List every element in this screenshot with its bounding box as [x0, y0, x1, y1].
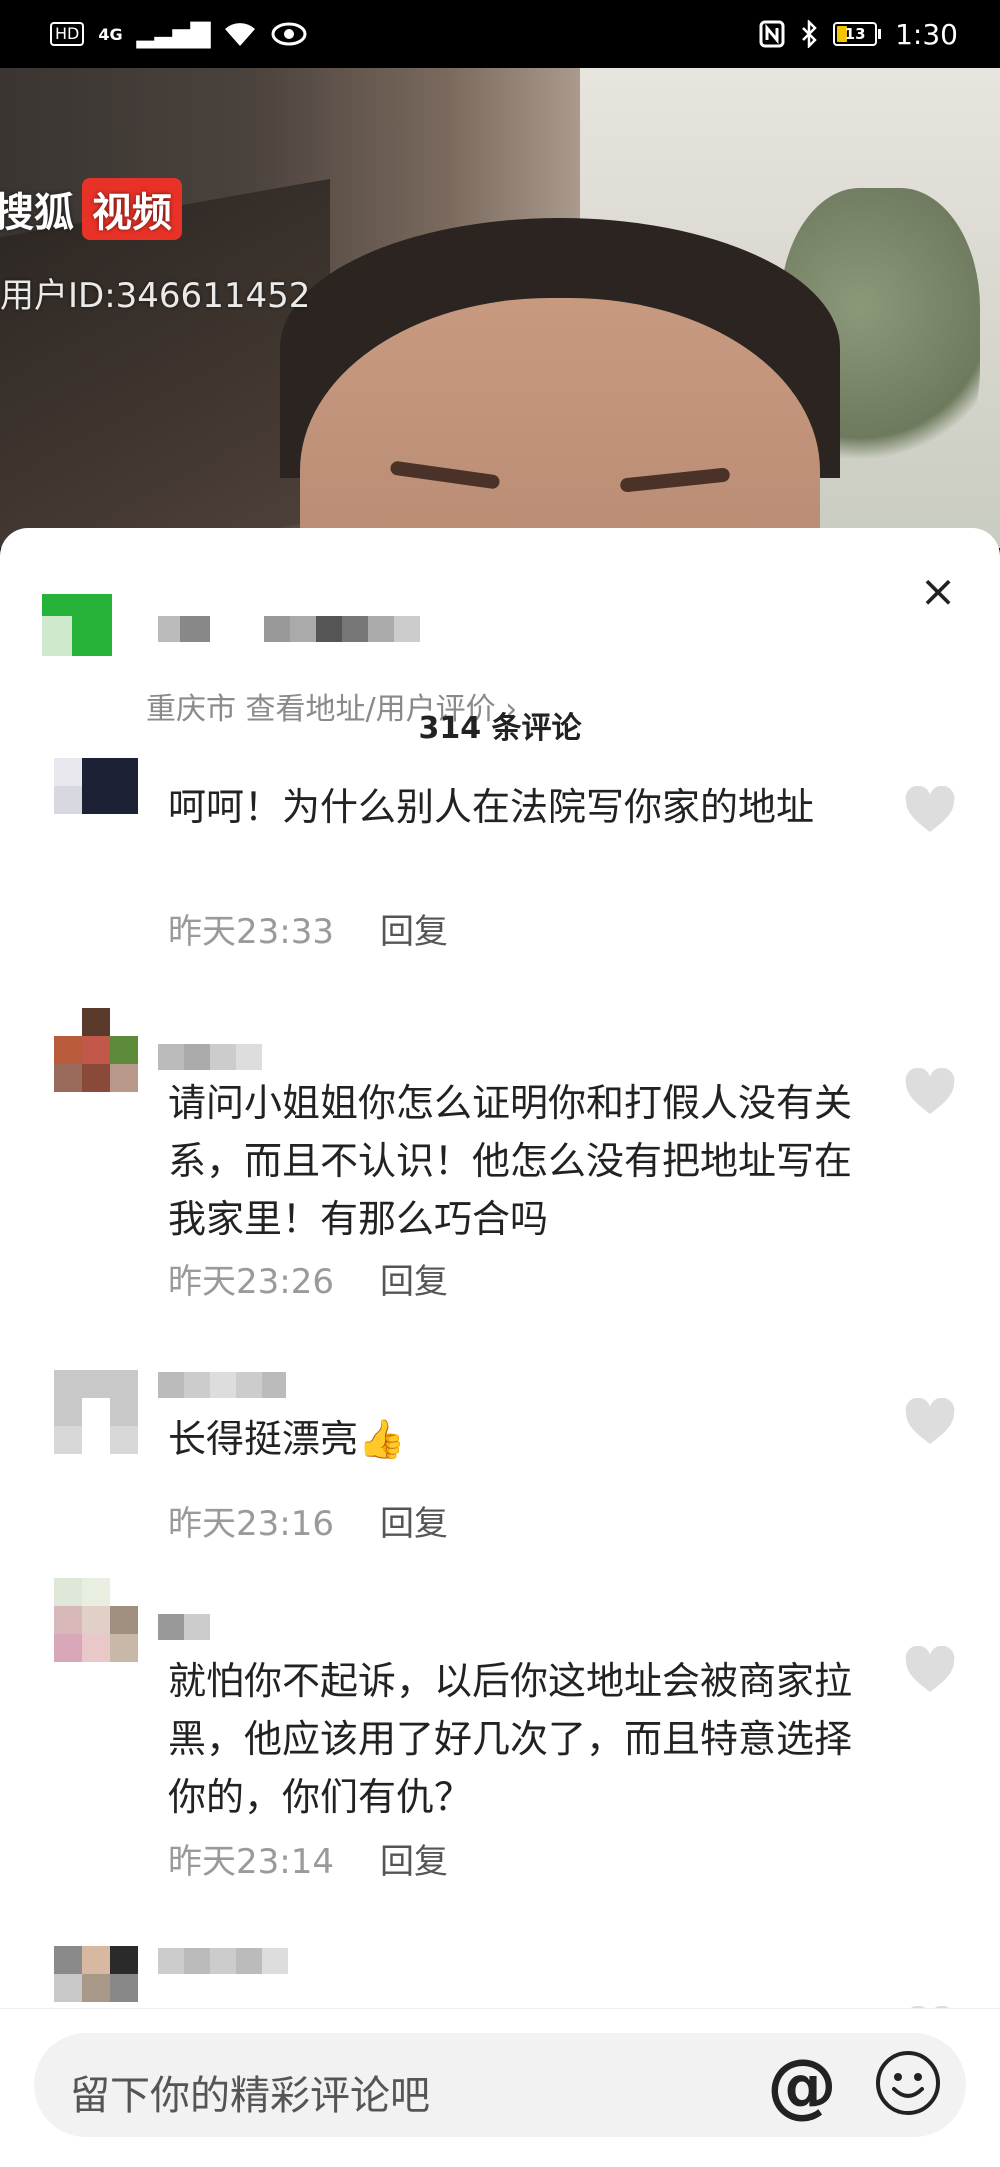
watermark-brand: 搜狐: [0, 190, 74, 236]
avatar[interactable]: [54, 1370, 138, 1454]
shop-logo: [42, 594, 112, 656]
wifi-icon: [224, 23, 255, 46]
comment-input-bar: 留下你的精彩评论吧 @: [0, 2008, 1000, 2167]
thumbs-up-emoji: 👍: [358, 1417, 406, 1461]
hd-indicator: HD: [50, 22, 85, 46]
commenter-name-blurred: [158, 1614, 210, 1640]
reply-button[interactable]: 回复: [380, 1254, 448, 1303]
like-heart-icon[interactable]: [904, 1398, 956, 1446]
comment-meta: 昨天23:26 回复: [168, 1254, 448, 1303]
comment-input-placeholder: 留下你的精彩评论吧: [70, 2073, 430, 2119]
eye-icon: [271, 22, 307, 46]
reply-button[interactable]: 回复: [380, 904, 448, 953]
comment-text: 请问小姐姐你怎么证明你和打假人没有关系，而且不认识！他怎么没有把地址写在我家里！…: [168, 1081, 853, 1241]
commenter-name-blurred: [158, 1372, 286, 1398]
comment-text: 就怕你不起诉，以后你这地址会被商家拉黑，他应该用了好几次了，而且特意选择你的，你…: [168, 1659, 853, 1819]
like-heart-icon[interactable]: [904, 1068, 956, 1116]
avatar[interactable]: [54, 1578, 138, 1662]
battery-level: 13: [844, 25, 866, 43]
clock: 1:30: [895, 17, 958, 51]
comment-count: 314 条评论: [418, 711, 582, 746]
network-indicator: 4G: [98, 24, 123, 44]
reply-button[interactable]: 回复: [380, 1496, 448, 1545]
avatar[interactable]: [54, 1008, 138, 1092]
emoji-icon[interactable]: [874, 2049, 942, 2117]
comment-time: 昨天23:16: [168, 1504, 334, 1544]
shop-header[interactable]: 重庆市 查看地址/用户评价 ›: [30, 584, 930, 727]
battery-icon: 13: [833, 22, 882, 46]
like-heart-icon[interactable]: [904, 786, 956, 834]
nfc-icon: [759, 20, 785, 48]
status-left: HD 4G ▂▃▅▇: [50, 19, 307, 49]
video-watermark: 搜狐 视频: [0, 178, 182, 240]
at-icon[interactable]: @: [764, 2047, 840, 2123]
comment-meta: 昨天23:14 回复: [168, 1834, 448, 1883]
comment-sheet: 重庆市 查看地址/用户评价 › × 314 条评论 呵呵！为什么别人在法院写你家…: [0, 528, 1000, 2166]
comment-input[interactable]: 留下你的精彩评论吧 @: [34, 2033, 966, 2137]
commenter-name-blurred: [158, 1044, 262, 1070]
watermark-video-tag: 视频: [82, 178, 182, 240]
shop-name-blurred: [158, 616, 420, 642]
comment-time: 昨天23:33: [168, 912, 334, 952]
close-icon[interactable]: ×: [914, 568, 962, 616]
comment-text-content: 长得挺漂亮: [168, 1417, 359, 1461]
avatar[interactable]: [54, 1946, 138, 2002]
comment-time: 昨天23:26: [168, 1262, 334, 1302]
signal-icon: ▂▃▅▇: [136, 19, 211, 49]
reply-button[interactable]: 回复: [380, 1834, 448, 1883]
video-player[interactable]: 搜狐 视频 用户ID:346611452: [0, 68, 1000, 548]
avatar[interactable]: [54, 758, 138, 842]
bluetooth-icon: [802, 20, 817, 48]
commenter-name-blurred: [158, 1948, 288, 1974]
watermark-user-id: 用户ID:346611452: [0, 276, 311, 316]
like-heart-icon[interactable]: [904, 1646, 956, 1694]
comment-meta: 昨天23:33 回复: [168, 904, 448, 953]
comment-text: 长得挺漂亮👍: [168, 1410, 858, 1468]
comment-text: 呵呵！为什么别人在法院写你家的地址: [168, 785, 815, 829]
comment-meta: 昨天23:16 回复: [168, 1496, 448, 1545]
status-bar: HD 4G ▂▃▅▇ 13 1:30: [0, 0, 1000, 68]
comment-time: 昨天23:14: [168, 1842, 334, 1882]
status-right: 13 1:30: [759, 18, 958, 51]
